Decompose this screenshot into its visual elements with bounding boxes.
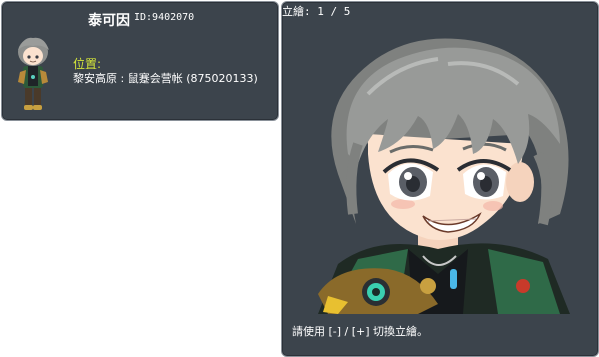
location-value: 黎安高原 : 鼠蹇会营帐 (875020133) (73, 72, 258, 85)
npc-id: ID:9402070 (134, 12, 195, 23)
npc-portrait-image (318, 38, 570, 314)
portrait-counter: 立繪: 1 / 5 (282, 3, 350, 19)
npc-sprite-image (18, 37, 49, 110)
npc-name: 泰可因 (88, 13, 130, 29)
portrait-separator: / (330, 5, 338, 18)
npc-info-panel: 泰可因 ID:9402070 位置: 黎安高原 : 鼠蹇会营帐 (8750201… (1, 1, 279, 121)
portrait-switch-hint: 請使用 [-] / [+] 切換立繪。 (292, 325, 429, 338)
portrait-total: 5 (343, 5, 351, 18)
portrait-label: 立繪: (282, 5, 311, 18)
portrait-panel: 立繪: 1 / 5 請使用 [-] / [+] 切換立繪。 (281, 1, 599, 357)
portrait-current: 1 (317, 5, 324, 18)
